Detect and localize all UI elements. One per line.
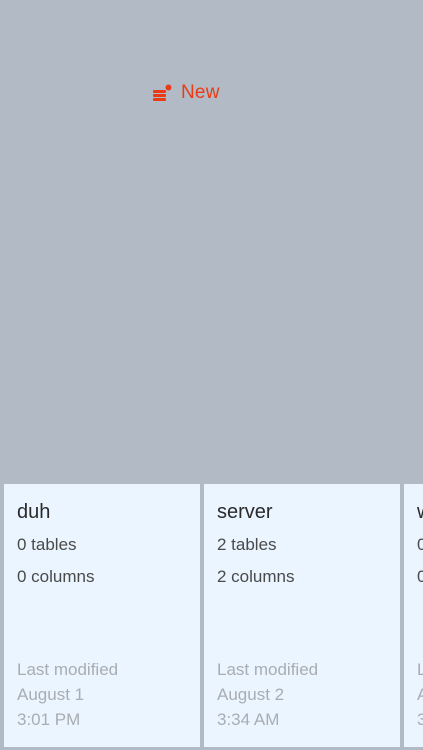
database-card[interactable]: server 2 tables 2 columns Last modified … <box>204 484 400 747</box>
new-database-button[interactable]: New <box>153 80 220 106</box>
last-modified-label: Last modified <box>217 660 319 679</box>
database-name: server <box>217 501 273 523</box>
last-modified-time: 3 <box>417 710 423 729</box>
last-modified-time: 3:34 AM <box>217 710 280 729</box>
last-modified-date: August 1 <box>17 685 85 704</box>
last-modified: Last modified August 1 3:01 PM <box>17 657 118 732</box>
new-button-label: New <box>181 82 220 103</box>
last-modified-label: Last modified <box>17 660 119 679</box>
database-name: duh <box>17 501 51 523</box>
database-add-icon <box>153 84 172 101</box>
database-card[interactable]: w 0 0 L A 3 <box>404 484 423 747</box>
last-modified-time: 3:01 PM <box>17 710 81 729</box>
column-count: 0 <box>417 567 423 586</box>
last-modified-date: A <box>417 685 423 704</box>
table-count: 0 <box>417 535 423 554</box>
column-count: 2 columns <box>217 567 295 586</box>
last-modified-date: August 2 <box>217 685 285 704</box>
last-modified-label: L <box>417 660 423 679</box>
table-count: 2 tables <box>217 535 277 554</box>
database-list: duh 0 tables 0 columns Last modified Aug… <box>0 482 423 750</box>
database-name: w <box>417 501 423 524</box>
column-count: 0 columns <box>17 567 95 586</box>
last-modified: Last modified August 2 3:34 AM <box>217 657 318 732</box>
table-count: 0 tables <box>17 535 77 554</box>
last-modified: L A 3 <box>417 657 423 732</box>
database-card[interactable]: duh 0 tables 0 columns Last modified Aug… <box>4 484 200 747</box>
